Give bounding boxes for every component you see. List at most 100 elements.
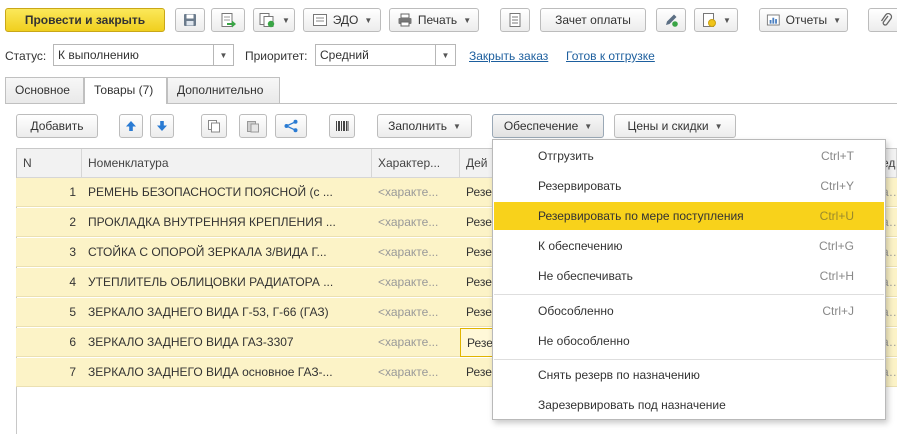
tab-goods-label: Товары (7) [94, 83, 154, 97]
column-header-n[interactable]: N [17, 149, 82, 178]
save-button[interactable] [175, 8, 205, 32]
supply-button[interactable]: Обеспечение ▼ [492, 114, 604, 138]
menu-item-shortcut: Ctrl+H [819, 269, 854, 283]
barcode-button[interactable] [329, 114, 355, 138]
chevron-down-icon: ▼ [723, 15, 731, 25]
menu-item-remove-reserve-by-purpose[interactable]: Снять резерв по назначению [494, 361, 884, 389]
ready-to-ship-link[interactable]: Готов к отгрузке [566, 49, 655, 63]
move-up-button[interactable] [119, 114, 143, 138]
menu-item-label: Не обеспечивать [538, 269, 633, 283]
row-nomenclature: ПРОКЛАДКА ВНУТРЕННЯЯ КРЕПЛЕНИЯ ... [88, 215, 336, 229]
row-number: 4 [69, 275, 76, 289]
paste-button[interactable] [239, 114, 267, 138]
menu-separator [494, 294, 884, 295]
copy-row-button[interactable] [201, 114, 227, 138]
column-header-nomenclature[interactable]: Номенклатура [82, 149, 372, 178]
edo-button[interactable]: ЭДО ▼ [303, 8, 381, 32]
status-field[interactable]: К выполнению [53, 44, 214, 66]
list-icon [509, 13, 521, 27]
row-characteristic: <характе... [378, 305, 439, 319]
prices-discounts-label: Цены и скидки [627, 119, 709, 133]
menu-item-reserve-on-arrival[interactable]: Резервировать по мере поступления Ctrl+U [494, 202, 884, 230]
paste-icon [247, 121, 259, 133]
close-order-link[interactable]: Закрыть заказ [469, 49, 548, 63]
menu-item-reserve[interactable]: Резервировать Ctrl+Y [494, 172, 884, 200]
tab-additional-label: Дополнительно [177, 83, 264, 97]
post-and-close-label: Провести и закрыть [24, 13, 146, 27]
priority-label: Приоритет: [245, 49, 308, 63]
chevron-down-icon: ▼ [833, 15, 841, 25]
chevron-down-icon: ▼ [463, 15, 472, 25]
list-button[interactable] [500, 8, 530, 32]
edo-label: ЭДО [332, 13, 359, 27]
supply-label: Обеспечение [503, 119, 579, 133]
status-value: К выполнению [58, 48, 139, 62]
column-header-characteristic[interactable]: Характер... [372, 149, 460, 178]
barcode-icon [336, 121, 349, 131]
post-button[interactable] [211, 8, 245, 32]
row-number: 7 [69, 365, 76, 379]
create-based-on-icon [259, 13, 275, 28]
attach-button[interactable] [868, 8, 897, 32]
document-yellow-icon [703, 13, 717, 27]
menu-item-to-supply[interactable]: К обеспечению Ctrl+G [494, 232, 884, 260]
print-button[interactable]: Печать ▼ [389, 8, 479, 32]
menu-item-label: Отгрузить [538, 149, 594, 163]
payment-offset-button[interactable]: Зачет оплаты [540, 8, 646, 32]
row-characteristic: <характе... [378, 245, 439, 259]
menu-item-not-separately[interactable]: Не обособленно [494, 327, 884, 355]
menu-separator [494, 359, 884, 360]
split-icon [284, 119, 298, 133]
print-label: Печать [417, 13, 458, 27]
menu-item-shortcut: Ctrl+G [818, 239, 854, 253]
add-label: Добавить [30, 119, 84, 133]
create-based-on-button[interactable]: ▼ [253, 8, 295, 32]
edit-button[interactable] [656, 8, 686, 32]
row-nomenclature: УТЕПЛИТЕЛЬ ОБЛИЦОВКИ РАДИАТОРА ... [88, 275, 334, 289]
menu-item-label: К обеспечению [538, 239, 623, 253]
row-characteristic: <характе... [378, 365, 439, 379]
column-header-n-label: N [23, 156, 32, 170]
menu-item-label: Обособленно [538, 304, 614, 318]
row-characteristic: <характе... [378, 275, 439, 289]
menu-item-ship[interactable]: Отгрузить Ctrl+T [494, 142, 884, 170]
post-and-close-button[interactable]: Провести и закрыть [5, 8, 165, 32]
chevron-down-icon: ▼ [453, 121, 461, 131]
column-header-action-label: Дей [466, 156, 488, 170]
row-number: 2 [69, 215, 76, 229]
status-dropdown-button[interactable]: ▼ [214, 44, 234, 66]
chevron-down-icon: ▼ [282, 15, 290, 25]
row-nomenclature: ЗЕРКАЛО ЗАДНЕГО ВИДА ГАЗ-3307 [88, 335, 294, 349]
menu-item-separately[interactable]: Обособленно Ctrl+J [494, 297, 884, 325]
copy-icon [208, 120, 220, 133]
arrow-up-icon [126, 121, 136, 131]
save-icon [184, 14, 196, 26]
move-down-button[interactable] [150, 114, 174, 138]
tab-goods[interactable]: Товары (7) [84, 77, 167, 104]
priority-dropdown-button[interactable]: ▼ [436, 44, 456, 66]
split-row-button[interactable] [275, 114, 307, 138]
priority-value: Средний [320, 48, 369, 62]
priority-field[interactable]: Средний [315, 44, 436, 66]
pencil-icon [666, 14, 678, 27]
tab-main[interactable]: Основное [5, 77, 84, 103]
row-characteristic: <характе... [378, 185, 439, 199]
attachments-menu-button[interactable]: ▼ [694, 8, 738, 32]
fill-button[interactable]: Заполнить ▼ [377, 114, 472, 138]
status-label: Статус: [5, 49, 47, 63]
row-number: 3 [69, 245, 76, 259]
menu-item-do-not-supply[interactable]: Не обеспечивать Ctrl+H [494, 262, 884, 290]
reports-button[interactable]: Отчеты ▼ [759, 8, 848, 32]
prices-discounts-button[interactable]: Цены и скидки ▼ [614, 114, 736, 138]
add-button[interactable]: Добавить [16, 114, 98, 138]
tab-additional[interactable]: Дополнительно [167, 77, 280, 103]
chevron-down-icon: ▼ [714, 121, 723, 131]
row-nomenclature: ЗЕРКАЛО ЗАДНЕГО ВИДА Г-53, Г-66 (ГАЗ) [88, 305, 329, 319]
paperclip-icon [880, 13, 893, 26]
payment-offset-label: Зачет оплаты [555, 13, 631, 27]
tab-main-label: Основное [15, 83, 70, 97]
chevron-down-icon: ▼ [219, 50, 228, 60]
supply-dropdown-menu: Отгрузить Ctrl+T Резервировать Ctrl+Y Ре… [492, 139, 886, 420]
menu-item-reserve-for-purpose[interactable]: Зарезервировать под назначение [494, 391, 884, 419]
row-nomenclature: ЗЕРКАЛО ЗАДНЕГО ВИДА основное ГАЗ-... [88, 365, 333, 379]
